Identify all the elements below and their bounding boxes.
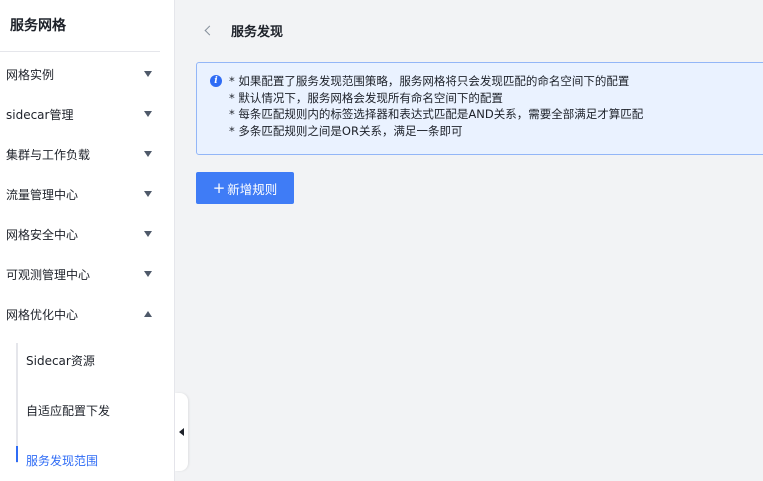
sidebar-item-label: 网格优化中心 <box>6 307 79 322</box>
sidebar-collapse-button[interactable] <box>175 393 188 471</box>
sidebar-item-observability[interactable]: 可观测管理中心 <box>0 254 160 294</box>
add-rule-button[interactable]: + 新增规则 <box>196 172 294 204</box>
sidebar-item-sidecar-management[interactable]: sidecar管理 <box>0 94 160 134</box>
sidebar-item-label: 可观测管理中心 <box>6 267 91 282</box>
sidebar-item-label: sidecar管理 <box>6 107 74 122</box>
notice-line: * 默认情况下，服务网格会发现所有命名空间下的配置 <box>229 90 503 105</box>
sidebar-item-traffic-management[interactable]: 流量管理中心 <box>0 174 160 214</box>
active-indicator <box>16 446 18 462</box>
sidebar-item-label: 网格实例 <box>6 67 55 82</box>
sidebar-subitem-adaptive-config[interactable]: 自适应配置下发 <box>26 402 110 419</box>
notice-line: * 每条匹配规则内的标签选择器和表达式匹配是AND关系，需要全部满足才算匹配 <box>229 107 644 121</box>
chevron-down-icon <box>144 271 152 277</box>
chevron-left-icon[interactable] <box>204 25 215 35</box>
chevron-down-icon <box>144 231 152 237</box>
sidebar-title: 服务网格 <box>0 0 160 52</box>
chevron-down-icon <box>144 191 152 197</box>
sidebar-item-label: 流量管理中心 <box>6 187 79 202</box>
add-rule-label: 新增规则 <box>227 181 278 197</box>
sidebar: 服务网格 网格实例 sidecar管理 集群与工作负载 流量管理中心 网格安全中… <box>0 0 175 481</box>
notice-line: * 多条匹配规则之间是OR关系，满足一条即可 <box>229 123 463 138</box>
page-title: 服务发现 <box>231 24 284 40</box>
info-icon: i <box>210 75 222 87</box>
sidebar-item-mesh-instances[interactable]: 网格实例 <box>0 54 160 94</box>
chevron-down-icon <box>144 71 152 77</box>
chevron-up-icon <box>144 311 152 317</box>
notice-lines: * 如果配置了服务发现范围策略，服务网格将只会发现匹配的命名空间下的配置 * 默… <box>229 73 643 139</box>
caret-left-icon <box>179 428 184 436</box>
sidebar-item-label: 网格安全中心 <box>6 227 79 242</box>
sidebar-item-clusters-workloads[interactable]: 集群与工作负载 <box>0 134 160 174</box>
chevron-down-icon <box>144 111 152 117</box>
submenu-divider <box>16 343 18 463</box>
chevron-down-icon <box>144 151 152 157</box>
plus-icon: + <box>212 178 226 197</box>
sidebar-item-mesh-optimization[interactable]: 网格优化中心 <box>0 294 160 334</box>
sidebar-item-mesh-security[interactable]: 网格安全中心 <box>0 214 160 254</box>
info-notice: i * 如果配置了服务发现范围策略，服务网格将只会发现匹配的命名空间下的配置 *… <box>196 62 763 155</box>
sidebar-subitem-sidecar-resources[interactable]: Sidecar资源 <box>26 352 95 369</box>
page-header: 服务发现 <box>196 19 283 41</box>
sidebar-subitem-service-discovery-scope[interactable]: 服务发现范围 <box>26 452 98 469</box>
sidebar-item-label: 集群与工作负载 <box>6 147 91 162</box>
notice-line: * 如果配置了服务发现范围策略，服务网格将只会发现匹配的命名空间下的配置 <box>229 74 630 88</box>
